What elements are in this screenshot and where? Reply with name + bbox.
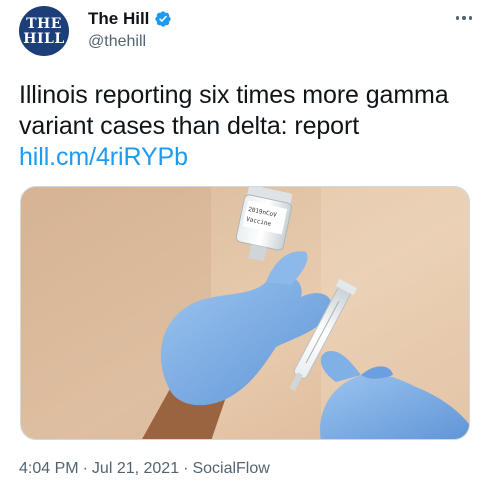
vaccine-photo: 2019nCoV Vaccine [21, 187, 469, 439]
tweet-source[interactable]: SocialFlow [192, 460, 269, 477]
avatar-text-line1: THE [26, 15, 62, 32]
tweet-media-image[interactable]: 2019nCoV Vaccine [20, 186, 470, 440]
verified-badge-icon [155, 11, 172, 27]
tweet-time[interactable]: 4:04 PM [19, 460, 79, 477]
avatar[interactable]: THE HILL [19, 6, 69, 56]
tweet-text: Illinois reporting six times more gamma … [19, 80, 469, 173]
tweet-date[interactable]: Jul 21, 2021 [92, 460, 179, 477]
name-row: The Hill [88, 9, 172, 29]
tweet-text-body: Illinois reporting six times more gamma … [19, 81, 449, 140]
tweet-link[interactable]: hill.cm/4riRYPb [19, 143, 188, 171]
more-options-button[interactable] [450, 8, 478, 28]
more-dot [468, 16, 473, 20]
tweet-meta: 4:04 PM · Jul 21, 2021 · SocialFlow [19, 460, 270, 478]
meta-separator-2: · [183, 460, 189, 477]
display-name[interactable]: The Hill [88, 9, 149, 29]
more-dots-icon [455, 16, 460, 20]
handle[interactable]: @thehill [88, 33, 146, 51]
more-dot [462, 16, 466, 20]
tweet-card: THE HILL The Hill @thehill Illinois repo… [0, 0, 490, 500]
avatar-text-line2: HILL [23, 30, 65, 47]
meta-separator: · [82, 460, 88, 477]
